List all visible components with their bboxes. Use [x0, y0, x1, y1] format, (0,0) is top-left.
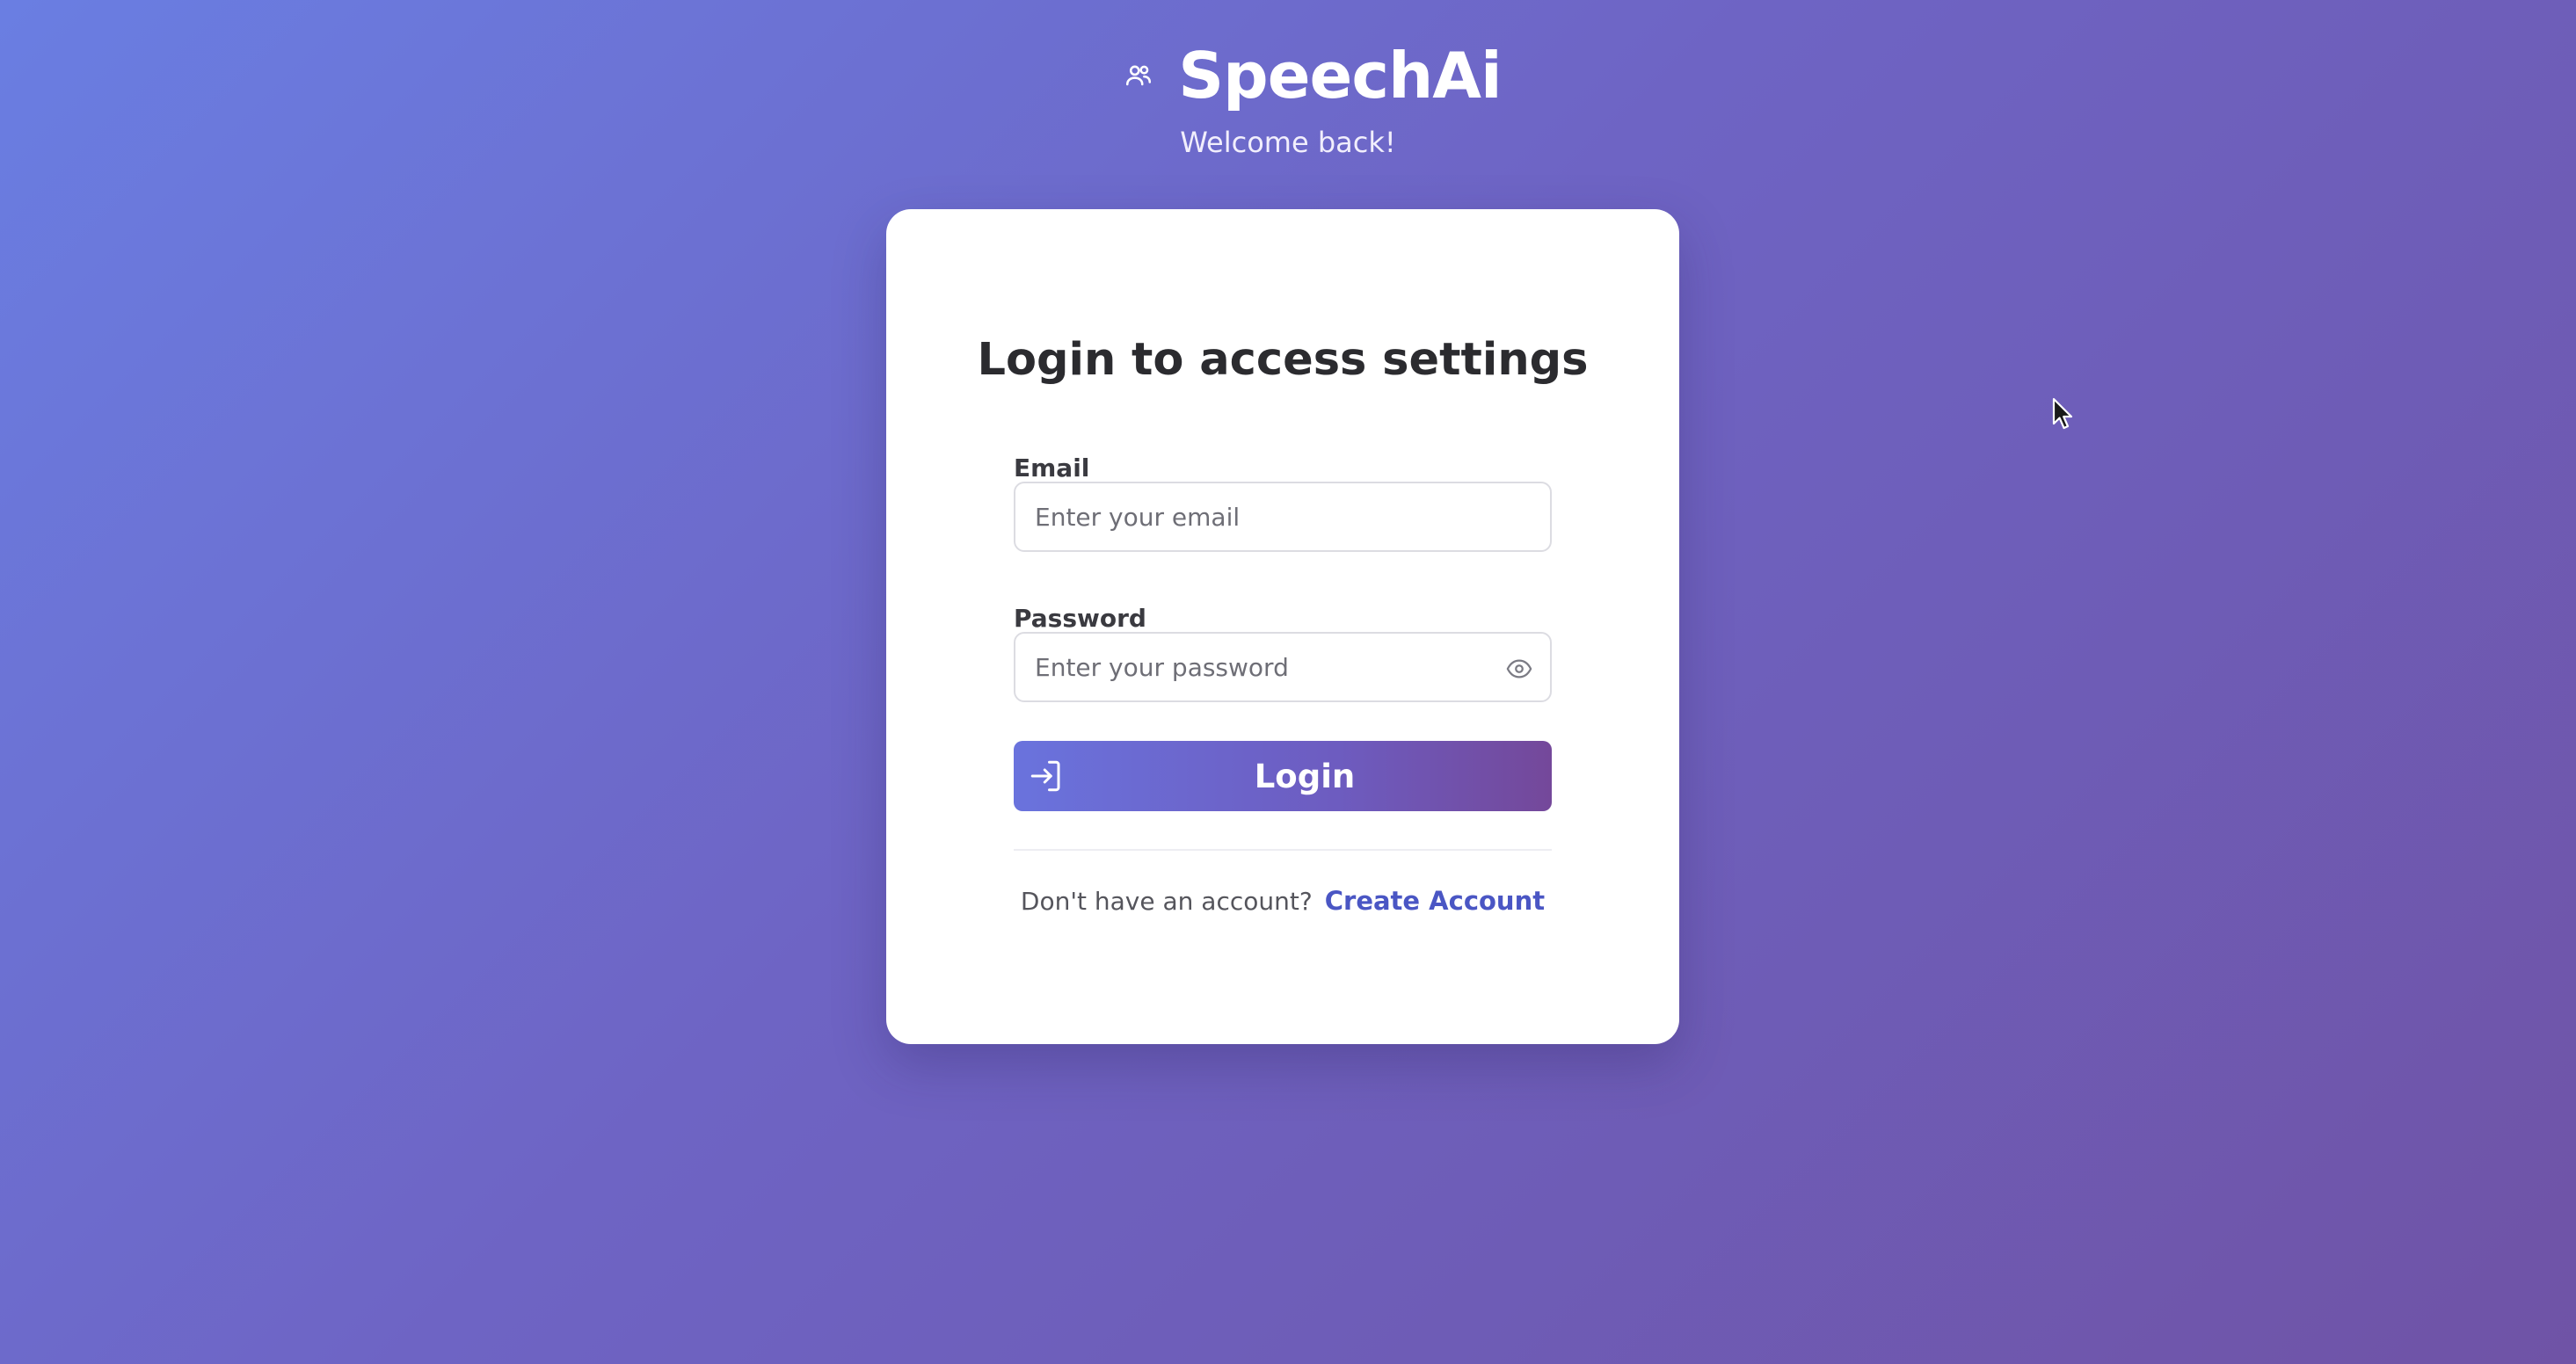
login-button[interactable]: Login: [1014, 741, 1552, 811]
brand-inner: SpeechAi: [1124, 39, 1503, 112]
create-account-link[interactable]: Create Account: [1325, 886, 1545, 916]
login-card: Login to access settings Email Password …: [886, 209, 1679, 1044]
password-input[interactable]: [1015, 634, 1550, 700]
signup-prompt: Don't have an account?: [1020, 887, 1313, 916]
email-input[interactable]: [1015, 483, 1550, 550]
app-title: SpeechAi: [1178, 39, 1502, 112]
email-label: Email: [1014, 453, 1090, 482]
mouse-cursor-icon: [2052, 397, 2075, 431]
card-title: Login to access settings: [977, 334, 1589, 386]
welcome-subtitle: Welcome back!: [1180, 126, 1396, 159]
email-field-box: [1014, 482, 1552, 552]
login-button-label: Login: [1254, 757, 1356, 795]
signup-row: Don't have an account? Create Account: [886, 886, 1679, 916]
divider: [1014, 849, 1552, 851]
eye-icon[interactable]: [1506, 657, 1532, 680]
password-label: Password: [1014, 604, 1146, 633]
password-field-box: [1014, 632, 1552, 702]
brand-header: SpeechAi: [0, 44, 2576, 107]
login-arrow-icon: [1028, 758, 1065, 794]
users-icon: [1124, 61, 1153, 91]
